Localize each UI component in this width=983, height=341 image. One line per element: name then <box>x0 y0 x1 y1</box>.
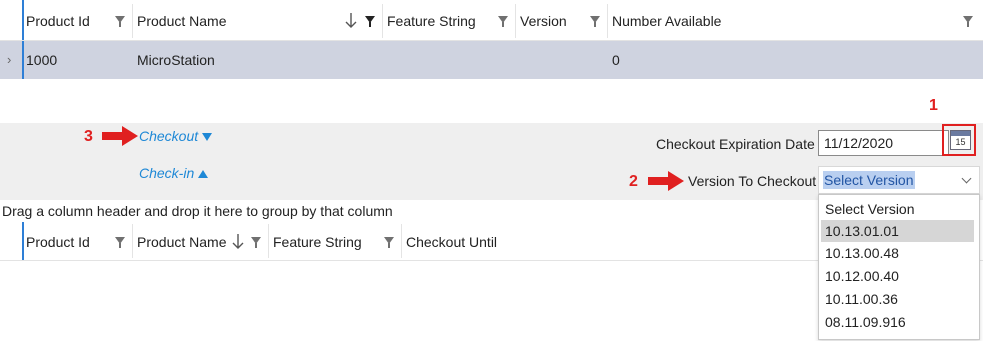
calendar-day: 15 <box>955 137 966 147</box>
version-to-checkout-label: Version To Checkout <box>688 173 817 189</box>
column-header-label: Feature String <box>387 13 476 29</box>
filter-icon[interactable] <box>115 16 125 27</box>
expiration-date-input[interactable]: 11/12/2020 <box>818 130 949 156</box>
version-dropdown-list[interactable]: Select Version 10.13.01.01 10.13.00.48 1… <box>818 194 980 340</box>
dropdown-option[interactable]: 10.12.00.40 <box>819 265 981 287</box>
expiration-date-value: 11/12/2020 <box>824 135 894 151</box>
sort-descending-icon[interactable] <box>344 12 358 30</box>
calendar-icon[interactable]: 15 <box>950 130 971 150</box>
column-header-number-available[interactable]: Number Available <box>607 0 952 40</box>
annotation-1: 1 <box>929 97 938 114</box>
column-header-checkout-until[interactable]: Checkout Until <box>401 222 606 260</box>
chevron-down-icon[interactable] <box>961 173 972 184</box>
expiration-date-label: Checkout Expiration Date <box>656 136 815 152</box>
filter-icon[interactable] <box>251 237 261 248</box>
checkin-link-label: Check-in <box>139 165 195 181</box>
sort-descending-icon[interactable] <box>231 233 245 251</box>
column-header-label: Version <box>520 13 567 29</box>
column-header-label: Product Id <box>26 234 90 250</box>
column-header-label: Product Id <box>26 13 90 29</box>
dropdown-option[interactable]: 10.11.00.36 <box>819 288 981 310</box>
red-arrow-icon <box>648 171 684 191</box>
column-header-label: Product Name <box>137 13 227 29</box>
filter-icon[interactable] <box>498 16 508 27</box>
filter-icon[interactable] <box>384 237 394 248</box>
expand-down-icon <box>202 133 213 142</box>
collapse-up-icon <box>198 170 209 179</box>
version-select[interactable]: Select Version <box>818 166 980 194</box>
row-expander-icon[interactable]: › <box>7 41 11 79</box>
dropdown-option[interactable]: 08.11.09.916 <box>819 311 981 333</box>
checkin-link[interactable]: Check-in <box>139 165 209 181</box>
column-header-label: Product Name <box>137 234 227 250</box>
annotation-3: 3 <box>84 128 93 145</box>
top-grid-header: Product Id Product Name Feature String V… <box>0 0 983 41</box>
red-arrow-icon <box>102 126 138 146</box>
version-select-value: Select Version <box>823 171 915 189</box>
dropdown-option-highlighted[interactable]: 10.13.01.01 <box>821 220 974 242</box>
filter-icon[interactable] <box>115 237 125 248</box>
cell-product-id: 1000 <box>26 52 58 68</box>
dropdown-option[interactable]: Select Version <box>819 198 981 220</box>
filter-icon[interactable] <box>365 16 375 27</box>
filter-icon[interactable] <box>590 16 600 27</box>
column-header-label: Feature String <box>273 234 362 250</box>
annotation-2: 2 <box>629 173 638 190</box>
cell-number-available: 0 <box>612 52 620 68</box>
column-header-label: Number Available <box>612 13 722 29</box>
dropdown-option[interactable]: 10.13.00.48 <box>819 242 981 264</box>
cell-product-name: MicroStation <box>137 52 215 68</box>
table-row[interactable]: › 1000 MicroStation 0 <box>0 41 983 79</box>
checkout-link[interactable]: Checkout <box>139 128 213 144</box>
filter-icon[interactable] <box>963 16 973 27</box>
checkout-link-label: Checkout <box>139 128 199 144</box>
column-header-label: Checkout Until <box>406 234 498 250</box>
grid-left-border <box>22 41 24 79</box>
